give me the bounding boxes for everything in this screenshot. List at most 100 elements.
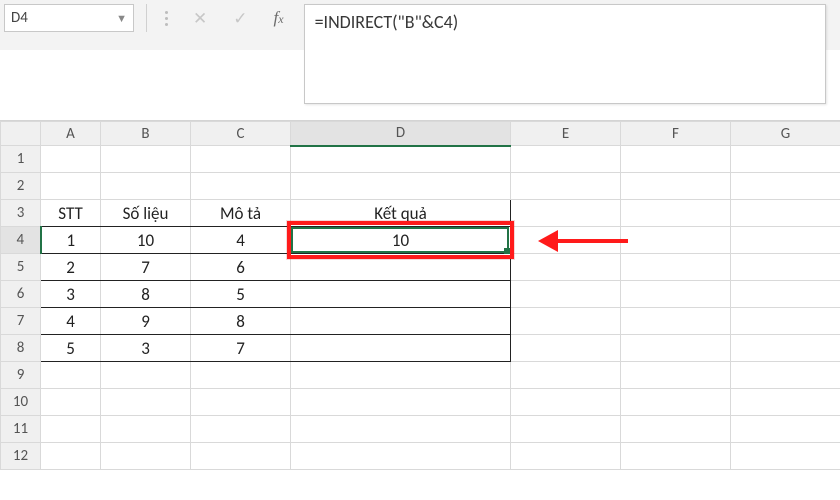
cell-D9[interactable] <box>291 362 511 389</box>
cell-E11[interactable] <box>511 416 621 443</box>
cell-B8[interactable]: 3 <box>101 335 191 362</box>
cell-F6[interactable] <box>621 281 731 308</box>
row-header-5[interactable]: 5 <box>1 254 41 281</box>
cell-E10[interactable] <box>511 389 621 416</box>
cell-E1[interactable] <box>511 146 621 173</box>
cell-A12[interactable] <box>41 443 101 470</box>
cell-E7[interactable] <box>511 308 621 335</box>
cell-E6[interactable] <box>511 281 621 308</box>
col-header-C[interactable]: C <box>191 122 291 146</box>
col-header-B[interactable]: B <box>101 122 191 146</box>
cell-F10[interactable] <box>621 389 731 416</box>
cell-F4[interactable] <box>621 227 731 254</box>
cell-C7[interactable]: 8 <box>191 308 291 335</box>
cell-C11[interactable] <box>191 416 291 443</box>
cell-C12[interactable] <box>191 443 291 470</box>
cell-G6[interactable] <box>731 281 840 308</box>
row-header-9[interactable]: 9 <box>1 362 41 389</box>
cell-G2[interactable] <box>731 173 840 200</box>
cell-D2[interactable] <box>291 173 511 200</box>
cell-D11[interactable] <box>291 416 511 443</box>
cell-B3[interactable]: Số liệu <box>101 200 191 227</box>
col-header-F[interactable]: F <box>621 122 731 146</box>
cell-G12[interactable] <box>731 443 840 470</box>
cell-C3[interactable]: Mô tả <box>191 200 291 227</box>
cell-B6[interactable]: 8 <box>101 281 191 308</box>
enter-icon[interactable]: ✓ <box>233 8 247 29</box>
cell-E12[interactable] <box>511 443 621 470</box>
col-header-D[interactable]: D <box>291 122 511 146</box>
name-box[interactable]: D4 ▼ <box>4 4 134 32</box>
row-header-3[interactable]: 3 <box>1 200 41 227</box>
cell-G10[interactable] <box>731 389 840 416</box>
fx-icon[interactable]: fx <box>274 8 284 28</box>
cell-B7[interactable]: 9 <box>101 308 191 335</box>
cell-G11[interactable] <box>731 416 840 443</box>
row-header-11[interactable]: 11 <box>1 416 41 443</box>
cell-A5[interactable]: 2 <box>41 254 101 281</box>
row-header-2[interactable]: 2 <box>1 173 41 200</box>
cell-F8[interactable] <box>621 335 731 362</box>
cell-A7[interactable]: 4 <box>41 308 101 335</box>
cell-E3[interactable] <box>511 200 621 227</box>
cell-A10[interactable] <box>41 389 101 416</box>
cell-B5[interactable]: 7 <box>101 254 191 281</box>
cell-E8[interactable] <box>511 335 621 362</box>
cancel-icon[interactable]: ✕ <box>193 8 207 29</box>
cell-D8[interactable] <box>291 335 511 362</box>
row-header-1[interactable]: 1 <box>1 146 41 173</box>
cell-E9[interactable] <box>511 362 621 389</box>
formula-bar[interactable]: =INDIRECT("B"&C4) <box>304 4 826 104</box>
cell-B9[interactable] <box>101 362 191 389</box>
cell-C9[interactable] <box>191 362 291 389</box>
cell-F7[interactable] <box>621 308 731 335</box>
cell-B12[interactable] <box>101 443 191 470</box>
cell-A4[interactable]: 1 <box>41 227 101 254</box>
cell-F11[interactable] <box>621 416 731 443</box>
cell-F12[interactable] <box>621 443 731 470</box>
cell-A11[interactable] <box>41 416 101 443</box>
cell-G4[interactable] <box>731 227 840 254</box>
cell-C6[interactable]: 5 <box>191 281 291 308</box>
cell-A2[interactable] <box>41 173 101 200</box>
col-header-G[interactable]: G <box>731 122 840 146</box>
spreadsheet-grid[interactable]: A B C D E F G 1 2 3 STT Số liệu Mô tả Kế… <box>0 120 840 500</box>
row-header-8[interactable]: 8 <box>1 335 41 362</box>
cell-E4[interactable] <box>511 227 621 254</box>
cell-B11[interactable] <box>101 416 191 443</box>
cell-G1[interactable] <box>731 146 840 173</box>
chevron-down-icon[interactable]: ▼ <box>116 12 127 25</box>
cell-F5[interactable] <box>621 254 731 281</box>
cell-E5[interactable] <box>511 254 621 281</box>
cell-C8[interactable]: 7 <box>191 335 291 362</box>
cell-E2[interactable] <box>511 173 621 200</box>
cell-A1[interactable] <box>41 146 101 173</box>
cell-B2[interactable] <box>101 173 191 200</box>
cell-A9[interactable] <box>41 362 101 389</box>
cell-A6[interactable]: 3 <box>41 281 101 308</box>
cell-C10[interactable] <box>191 389 291 416</box>
cell-B10[interactable] <box>101 389 191 416</box>
cell-D7[interactable] <box>291 308 511 335</box>
cell-G7[interactable] <box>731 308 840 335</box>
cell-B1[interactable] <box>101 146 191 173</box>
row-header-12[interactable]: 12 <box>1 443 41 470</box>
row-header-10[interactable]: 10 <box>1 389 41 416</box>
cell-D3[interactable]: Kết quả <box>291 200 511 227</box>
cell-D1[interactable] <box>291 146 511 173</box>
drag-handle-icon[interactable] <box>159 4 173 32</box>
cell-C1[interactable] <box>191 146 291 173</box>
cell-D4[interactable]: 10 <box>291 227 511 254</box>
cell-D12[interactable] <box>291 443 511 470</box>
cell-D5[interactable] <box>291 254 511 281</box>
cell-C2[interactable] <box>191 173 291 200</box>
cell-A8[interactable]: 5 <box>41 335 101 362</box>
cell-B4[interactable]: 10 <box>101 227 191 254</box>
row-header-6[interactable]: 6 <box>1 281 41 308</box>
cell-G8[interactable] <box>731 335 840 362</box>
cell-C5[interactable]: 6 <box>191 254 291 281</box>
row-header-4[interactable]: 4 <box>1 227 41 254</box>
cell-G9[interactable] <box>731 362 840 389</box>
cell-F2[interactable] <box>621 173 731 200</box>
cell-D6[interactable] <box>291 281 511 308</box>
